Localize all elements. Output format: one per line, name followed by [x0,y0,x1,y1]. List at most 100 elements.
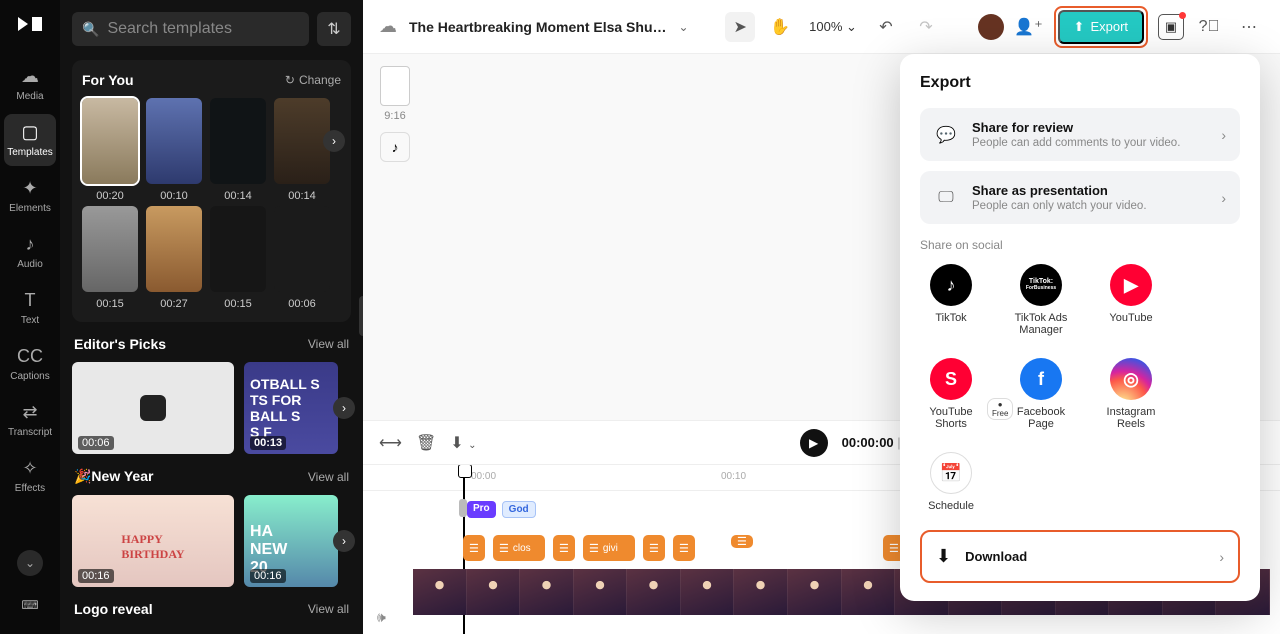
share-for-review[interactable]: 💬 Share for review People can add commen… [920,108,1240,161]
nav-elements[interactable]: ✦Elements [4,170,56,222]
tiktok-preset[interactable]: ♪ [380,132,410,162]
download-clip[interactable]: ⬇ ⌄ [450,433,476,453]
filter-icon: ⇅ [327,19,340,39]
ratio-panel: 9:16 ♪ [375,66,415,420]
template-thumb[interactable]: 00:06 [274,206,330,292]
template-thumb[interactable]: 00:10 [146,98,202,184]
nav-keyboard[interactable]: ⌨ [17,592,43,618]
view-all-link[interactable]: View all [308,602,349,616]
zoom-level[interactable]: 100% ⌄ [805,19,861,35]
share-youtube[interactable]: ▶YouTube [1100,264,1162,336]
more-icon: ⋯ [1241,17,1257,37]
template-thumb[interactable]: 00:06 [72,362,234,454]
chevron-down-icon[interactable]: ⌄ [679,20,689,34]
left-sidebar: ☁Media ▢Templates ✦Elements ♪Audio TText… [0,0,60,634]
redo-button[interactable]: ↷ [911,12,941,42]
project-title[interactable]: The Heartbreaking Moment Elsa Shu… [409,19,667,35]
mute-button[interactable]: 🕪 [377,609,386,626]
more-button[interactable]: ⋯ [1234,12,1264,42]
track-handle[interactable] [459,499,467,517]
caption-clip[interactable]: ☰ [731,535,753,548]
template-thumb[interactable]: 00:14 [274,98,330,184]
caption-clip[interactable]: ☰clos [493,535,545,561]
export-button-highlight: ⬆Export [1054,6,1148,48]
youtube-shorts-icon: S [930,358,972,400]
nav-transcript[interactable]: ⇄Transcript [4,394,56,446]
app-logo[interactable] [16,14,44,34]
chevron-down-icon: ⌄ [25,556,35,570]
ratio-select[interactable] [380,66,410,106]
search-icon: 🔍 [82,21,99,38]
cursor-icon: ➤ [733,17,746,37]
export-button[interactable]: ⬆Export [1058,10,1144,44]
share-tiktok[interactable]: ♪TikTok [920,264,982,336]
download-icon: ⬇ [936,546,951,567]
invite-button[interactable]: 👤⁺ [1014,12,1044,42]
play-button[interactable]: ▶ [800,429,828,457]
scroll-right-button[interactable]: › [333,530,355,552]
caption-clip[interactable]: ☰ [553,535,575,561]
split-tool[interactable]: ⟷ [379,433,402,453]
caption-clip[interactable]: ☰ [643,535,665,561]
template-thumb[interactable]: 00:15 [210,206,266,292]
tiktok-ads-icon: TikTok:ForBusiness [1020,264,1062,306]
delete-tool[interactable]: 🗑 [416,433,436,453]
template-thumb[interactable]: OTBALL STS FORBALL SS F00:13 [244,362,338,454]
chevron-right-icon: › [1221,127,1226,143]
share-as-presentation[interactable]: 🖵 Share as presentation People can only … [920,171,1240,224]
refresh-icon: ↻ [285,73,295,87]
template-thumb[interactable]: 00:20 [82,98,138,184]
export-icon: ⬆ [1074,19,1085,35]
elements-icon: ✦ [22,178,37,199]
caption-clip[interactable]: ☰ [673,535,695,561]
pointer-tool[interactable]: ➤ [725,12,755,42]
view-all-link[interactable]: View all [308,470,349,484]
share-on-social-label: Share on social [920,238,1240,252]
nav-templates[interactable]: ▢Templates [4,114,56,166]
share-youtube-shorts[interactable]: SYouTube Shorts [920,358,982,430]
chevron-right-icon: › [1219,549,1224,565]
scroll-right-button[interactable]: › [323,130,345,152]
nav-media[interactable]: ☁Media [4,58,56,110]
undo-button[interactable]: ↶ [871,12,901,42]
scroll-right-button[interactable]: › [333,397,355,419]
view-all-link[interactable]: View all [308,337,349,351]
transcript-icon: ⇄ [22,402,37,423]
template-thumb[interactable]: 00:14 [210,98,266,184]
template-thumb[interactable]: HANEW2000:16 [244,495,338,587]
hand-tool[interactable]: ✋ [765,12,795,42]
cloud-sync-icon[interactable]: ☁ [379,16,397,37]
caption-clip[interactable]: ☰givi [583,535,635,561]
download-button[interactable]: ⬇ Download › [920,530,1240,583]
share-facebook[interactable]: fFacebook Page [1010,358,1072,430]
template-thumb[interactable]: HAPPYBIRTHDAY00:16 [72,495,234,587]
tiktok-icon: ♪ [392,139,399,155]
share-instagram[interactable]: ◎Instagram Reels [1100,358,1162,430]
template-thumb[interactable]: 00:15 [82,206,138,292]
share-tiktok-ads[interactable]: TikTok:ForBusinessTikTok Ads Manager [1010,264,1072,336]
template-thumb[interactable]: 00:27 [146,206,202,292]
present-button[interactable]: ▣ [1158,14,1184,40]
search-input[interactable]: 🔍Search templates [72,12,309,46]
export-popover: Export 💬 Share for review People can add… [900,54,1260,601]
nav-audio[interactable]: ♪Audio [4,226,56,278]
cloud-icon: ☁ [21,66,39,87]
instagram-icon: ◎ [1110,358,1152,400]
nav-effects[interactable]: ✧Effects [4,450,56,502]
schedule-post[interactable]: ● Free📅Schedule [920,452,982,512]
nav-text[interactable]: TText [4,282,56,334]
chevron-right-icon: › [1221,190,1226,206]
chevron-down-icon: ⌄ [468,440,476,451]
nav-more[interactable]: ⌄ [17,550,43,576]
ratio-label: 9:16 [375,110,415,122]
change-button[interactable]: ↻Change [285,73,341,87]
redo-icon: ↷ [919,17,932,37]
facebook-icon: f [1020,358,1062,400]
effects-icon: ✧ [22,458,37,479]
user-avatar[interactable] [978,14,1004,40]
audio-icon: ♪ [26,234,35,255]
help-button[interactable]: ?⃝ [1194,12,1224,42]
nav-captions[interactable]: CCCaptions [4,338,56,390]
caption-clip[interactable]: ☰ [463,535,485,561]
filter-button[interactable]: ⇅ [317,12,351,46]
